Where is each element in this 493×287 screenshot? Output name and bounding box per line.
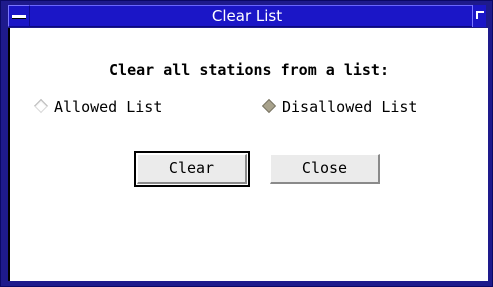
window-menu-icon xyxy=(12,15,26,18)
radio-disallowed-label: Disallowed List xyxy=(282,98,418,116)
clear-button[interactable]: Clear xyxy=(134,151,250,187)
window-title: Clear List xyxy=(211,7,283,25)
dialog-heading: Clear all stations from a list: xyxy=(109,61,389,79)
maximize-icon xyxy=(476,11,484,19)
maximize-button[interactable] xyxy=(472,5,486,27)
close-button[interactable]: Close xyxy=(270,154,380,184)
window-menu-button[interactable] xyxy=(8,5,30,27)
radio-disallowed-list[interactable]: Disallowed List xyxy=(261,98,418,116)
radio-allowed-label: Allowed List xyxy=(54,98,163,116)
title-bar[interactable]: Clear List xyxy=(8,5,486,27)
radio-allowed-list[interactable]: Allowed List xyxy=(33,98,163,116)
clear-list-window: Clear List Clear all stations from a lis… xyxy=(0,0,493,287)
radio-unselected-icon[interactable] xyxy=(33,98,49,114)
radio-selected-icon[interactable] xyxy=(261,98,277,114)
dialog-body: Clear all stations from a list: Allowed … xyxy=(8,28,488,281)
